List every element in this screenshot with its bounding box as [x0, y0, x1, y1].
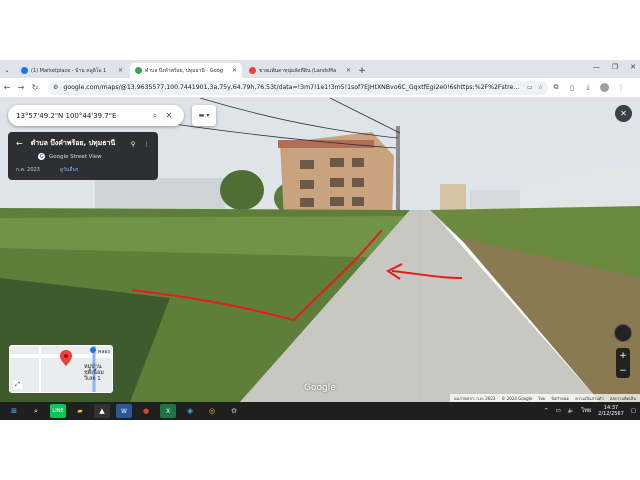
map-footer: ฉบภาพจาก: ก.ค. 2023 © 2024 Google ไทย ข้… — [449, 394, 640, 402]
close-window-icon[interactable]: ✕ — [630, 63, 636, 71]
location-pin-icon[interactable]: ⚲ — [131, 140, 136, 148]
avatar[interactable] — [600, 83, 609, 92]
tab-google-maps[interactable]: ตำบล บึงคำพร้อย, ปทุมธานี - Goog ✕ — [130, 63, 242, 78]
google-maps-icon — [135, 67, 142, 74]
forward-icon[interactable]: → — [14, 83, 28, 92]
word-icon[interactable]: W — [116, 404, 132, 418]
close-tab-icon[interactable]: ✕ — [346, 67, 351, 74]
footer-terms-link[interactable]: ข้อกำหนด — [551, 395, 569, 402]
street-view-panorama[interactable]: 13°57'49.2"N 100°44'39.7"E ⌕ ✕ ▬ ▾ ← ตำบ… — [0, 98, 640, 402]
tree — [220, 170, 264, 210]
see-other-dates-link[interactable]: ดูวันอื่นๆ — [60, 166, 79, 174]
new-tab-button[interactable]: + — [356, 63, 368, 78]
footer-image-date: ฉบภาพจาก: ก.ค. 2023 — [453, 395, 496, 401]
address-bar[interactable]: ⚙ google.com/maps/@13.9635577,100.744190… — [48, 80, 548, 95]
tab-label: (1) Marketplace - บ้าน คลูลิโอ 1 — [31, 67, 107, 74]
window-controls: — ❐ ✕ — [593, 63, 636, 71]
close-street-view-button[interactable]: ✕ — [615, 105, 632, 122]
close-tab-icon[interactable]: ✕ — [232, 67, 237, 74]
download-icon[interactable]: ⤓ — [580, 83, 596, 92]
street-view-info-card: ← ตำบล บึงคำพร้อย, ปทุมธานี ⚲ ⋮ G Google… — [8, 132, 158, 180]
volume-icon[interactable]: 🔈 — [568, 408, 575, 414]
windows-start-icon[interactable]: ⊞ — [6, 404, 22, 418]
site-info-icon[interactable]: ⚙ — [53, 84, 58, 91]
location-pin-icon — [249, 67, 256, 74]
search-icon[interactable]: ⌕ — [148, 111, 162, 121]
bookmark-star-icon[interactable]: ☆ — [538, 84, 543, 91]
footer-privacy-link[interactable]: ความเป็นส่วนตัว — [575, 395, 604, 402]
search-input[interactable]: 13°57'49.2"N 100°44'39.7"E ⌕ ✕ — [8, 105, 184, 126]
place-name: ตำบล บึงคำพร้อย, ปทุมธานี — [30, 139, 116, 147]
minimize-icon[interactable]: — — [593, 63, 600, 71]
app-icon[interactable]: ✿ — [226, 404, 242, 418]
zoom-in-button[interactable]: + — [619, 351, 627, 361]
footer-copyright: © 2024 Google — [501, 395, 533, 401]
clock-date: 2/12/2567 — [598, 411, 624, 417]
tab-strip: ⌄ (1) Marketplace - บ้าน คลูลิโอ 1 ✕ ตำบ… — [0, 60, 640, 78]
facebook-icon — [21, 67, 28, 74]
screen: ⌄ (1) Marketplace - บ้าน คลูลิโอ 1 ✕ ตำบ… — [0, 60, 640, 420]
edge-icon[interactable]: ◉ — [182, 404, 198, 418]
more-menu-icon[interactable]: ⋮ — [613, 84, 629, 92]
tab-label: ขายแพ้นดาทุนุ่มลัดที่ดิน (LandsMa — [259, 67, 337, 74]
search-query-text[interactable]: 13°57'49.2"N 100°44'39.7"E — [16, 112, 148, 120]
notification-icon[interactable]: ▢ — [631, 408, 636, 414]
chevron-up-icon[interactable]: ⌃ — [544, 408, 549, 414]
restore-icon[interactable]: ❐ — [612, 63, 618, 71]
line-app-icon[interactable]: LINE — [50, 404, 66, 418]
more-options-icon[interactable]: ⋮ — [144, 140, 151, 148]
sidepanel-icon[interactable]: ▯ — [564, 84, 580, 92]
footer-language[interactable]: ไทย — [538, 395, 545, 402]
url-text[interactable]: google.com/maps/@13.9635577,100.7441901,… — [63, 84, 522, 91]
far-building — [440, 184, 466, 210]
footer-feedback-link[interactable]: ส่งความคิดเห็น — [610, 395, 636, 402]
building-roof — [278, 140, 374, 148]
tab-search-button[interactable]: ⌄ — [0, 63, 14, 78]
zoom-out-button[interactable]: − — [619, 366, 627, 376]
building-windows — [300, 158, 364, 207]
zoom-control: + − — [616, 348, 630, 378]
cast-icon[interactable]: ▭ — [527, 84, 533, 91]
back-icon[interactable]: ← — [0, 83, 14, 92]
tab-marketplace[interactable]: (1) Marketplace - บ้าน คลูลิโอ 1 ✕ — [16, 63, 128, 78]
system-tray: ⌃ ▭ 🔈 ไทย 14:37 2/12/2567 ▢ — [544, 402, 636, 420]
clock[interactable]: 14:37 2/12/2567 — [598, 405, 624, 417]
windows-taskbar: ⊞ ⌕ LINE ▰ ▲ W ● X ◉ ◎ ✿ ⌃ ▭ 🔈 ไทย 14:37… — [0, 402, 640, 420]
excel-icon[interactable]: X — [160, 404, 176, 418]
close-tab-icon[interactable]: ✕ — [118, 67, 123, 74]
reload-icon[interactable]: ↻ — [28, 83, 42, 92]
google-watermark: Google — [304, 383, 336, 393]
extensions-icon[interactable]: ⧉ — [548, 83, 564, 92]
back-arrow-icon[interactable]: ← — [16, 139, 23, 148]
distant-buildings — [95, 178, 225, 210]
tab-landsmaps[interactable]: ขายแพ้นดาทุนุ่มลัดที่ดิน (LandsMa ✕ — [244, 63, 356, 78]
chevron-down-icon: ▾ — [206, 112, 210, 119]
search-icon[interactable]: ⌕ — [28, 404, 44, 418]
chevron-down-icon: ⌄ — [4, 67, 10, 74]
photos-app-icon[interactable]: ▲ — [94, 404, 110, 418]
map-pin-icon — [60, 350, 72, 366]
powerpoint-icon[interactable]: ● — [138, 404, 154, 418]
sv-menu-button[interactable]: ▬ ▾ — [192, 105, 216, 126]
capture-date: ก.ค. 2023 — [16, 167, 40, 173]
menu-icon: ▬ — [198, 112, 205, 119]
transit-icon — [90, 347, 96, 353]
browser-toolbar: ← → ↻ ⚙ google.com/maps/@13.9635577,100.… — [0, 78, 640, 98]
minimap-place-label: หมู่บ้าน ชุติเนื้อม วิเลจ 1 — [84, 364, 104, 382]
network-icon[interactable]: ▭ — [555, 408, 560, 414]
google-logo-icon: G — [38, 153, 45, 160]
minimap-road-label: คลอง — [98, 349, 110, 355]
minimap[interactable]: คลอง หมู่บ้าน ชุติเนื้อม วิเลจ 1 ⤢ — [9, 345, 113, 393]
language-indicator[interactable]: ไทย — [582, 407, 592, 415]
source-label: Google Street View — [49, 153, 102, 160]
close-icon[interactable]: ✕ — [162, 111, 176, 120]
expand-icon[interactable]: ⤢ — [13, 380, 22, 389]
chrome-icon[interactable]: ◎ — [204, 404, 220, 418]
file-explorer-icon[interactable]: ▰ — [72, 404, 88, 418]
tab-label: ตำบล บึงคำพร้อย, ปทุมธานี - Goog — [145, 67, 223, 74]
compass-icon[interactable] — [614, 324, 632, 342]
